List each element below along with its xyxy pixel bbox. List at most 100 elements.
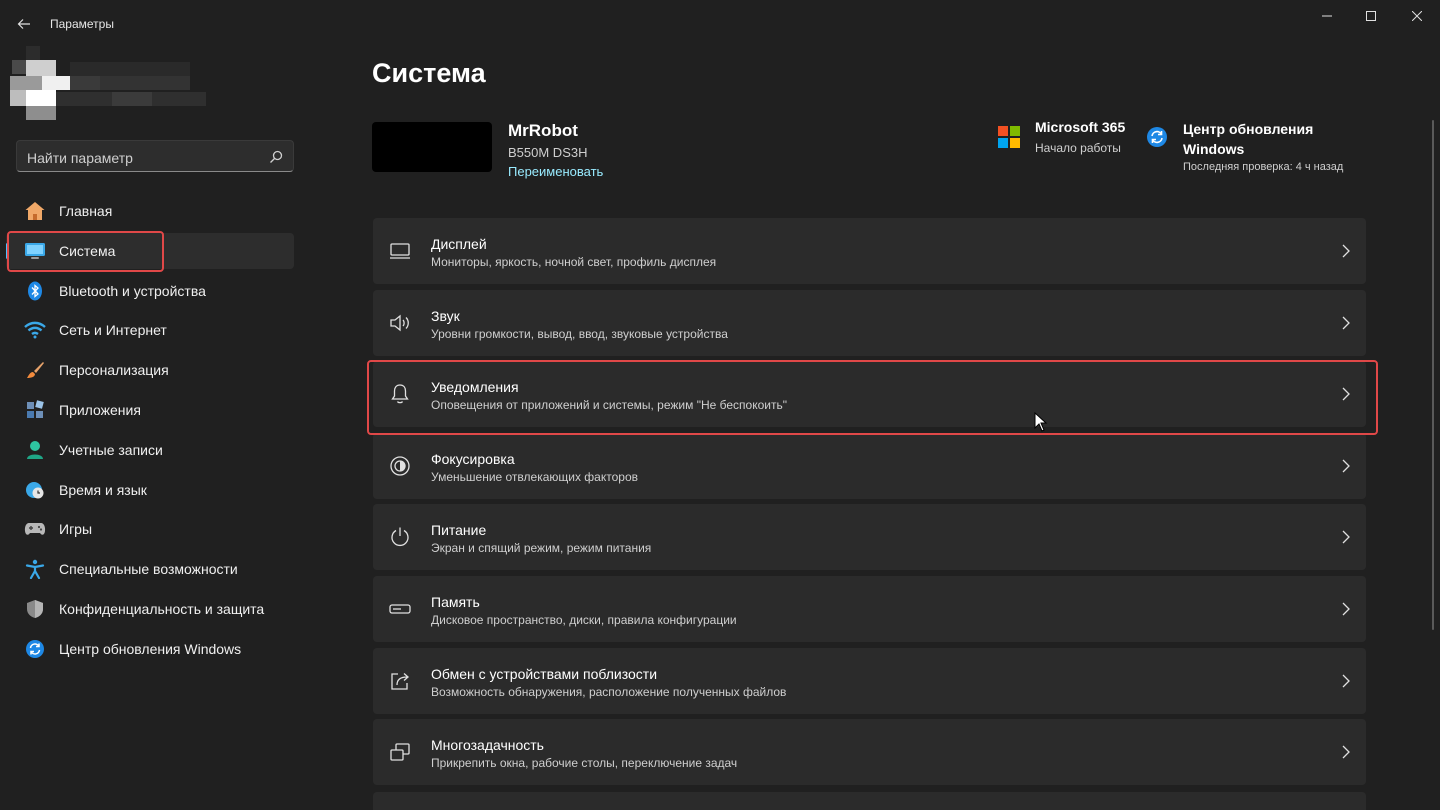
- update-icon: [24, 639, 46, 659]
- settings-card-sound[interactable]: Звук Уровни громкости, вывод, ввод, звук…: [373, 289, 1366, 356]
- chevron-right-icon: [1342, 459, 1350, 473]
- card-subtitle: Мониторы, яркость, ночной свет, профиль …: [431, 255, 717, 269]
- sidebar-item-apps[interactable]: Приложения: [6, 392, 294, 428]
- power-icon: [389, 526, 411, 548]
- avatar-pixel: [42, 76, 70, 90]
- minimize-icon: [1322, 15, 1332, 17]
- chevron-right-icon: [1342, 602, 1350, 616]
- username-pixel: [100, 76, 190, 90]
- mouse-cursor-icon: [1034, 412, 1048, 432]
- sidebar-item-label: Персонализация: [59, 362, 169, 379]
- highlight-box-notifications: [367, 360, 1378, 435]
- close-button[interactable]: [1394, 0, 1440, 32]
- page-title: Система: [372, 58, 486, 88]
- card-subtitle: Дисковое пространство, диски, правила ко…: [431, 612, 737, 627]
- minimize-button[interactable]: [1304, 0, 1350, 32]
- search-icon: [270, 150, 283, 163]
- device-name: MrRobot: [508, 121, 578, 140]
- sidebar-item-time-language[interactable]: Время и язык: [6, 472, 294, 508]
- card-subtitle: Экран и спящий режим, режим питания: [431, 541, 652, 556]
- sidebar-item-bluetooth[interactable]: Bluetooth и устройства: [6, 273, 294, 309]
- app-title: Параметры: [50, 17, 114, 31]
- highlight-box-system: [7, 231, 164, 272]
- sidebar-item-label: Учетные записи: [59, 441, 163, 458]
- title-bar: Параметры: [0, 0, 1440, 48]
- scrollbar[interactable]: [1432, 120, 1434, 630]
- sidebar-item-label: Центр обновления Windows: [59, 640, 242, 657]
- username-pixel: [70, 76, 100, 90]
- account-icon: [24, 440, 46, 460]
- card-subtitle: Прикрепить окна, рабочие столы, переключ…: [431, 756, 738, 771]
- multitask-icon: [389, 741, 411, 763]
- card-title: Фокусировка: [431, 450, 515, 467]
- sidebar-item-label: Специальные возможности: [59, 561, 238, 578]
- sidebar-item-accessibility[interactable]: Специальные возможности: [6, 551, 294, 587]
- sidebar-item-gaming[interactable]: Игры: [6, 511, 294, 547]
- card-subtitle: Уровни громкости, вывод, ввод, звуковые …: [431, 326, 728, 341]
- chevron-right-icon: [1342, 745, 1350, 759]
- avatar-pixel: [26, 60, 56, 76]
- avatar-pixel: [26, 106, 56, 120]
- maximize-button[interactable]: [1348, 0, 1394, 32]
- close-icon: [1412, 11, 1422, 21]
- settings-card-partial[interactable]: [373, 792, 1366, 810]
- card-title: Обмен с устройствами поблизости: [431, 665, 658, 682]
- device-model: B550M DS3H: [508, 145, 588, 160]
- settings-card-storage[interactable]: Память Дисковое пространство, диски, пра…: [373, 575, 1366, 642]
- search-placeholder: Найти параметр: [27, 150, 133, 166]
- shield-icon: [24, 599, 46, 619]
- sidebar-item-personalization[interactable]: Персонализация: [6, 352, 294, 388]
- avatar-pixel: [26, 46, 40, 60]
- ms365-subtitle: Начало работы: [1035, 141, 1121, 155]
- focus-icon: [389, 455, 411, 477]
- sidebar-item-label: Игры: [59, 521, 93, 538]
- display-icon: [389, 240, 411, 262]
- username-pixel: [112, 92, 152, 106]
- storage-icon: [389, 598, 411, 620]
- card-title: Звук: [431, 307, 460, 324]
- brush-icon: [24, 360, 46, 380]
- settings-list: Дисплей Мониторы, яркость, ночной свет, …: [373, 218, 1366, 791]
- back-arrow-icon: [17, 19, 30, 29]
- bluetooth-icon: [24, 281, 46, 301]
- sidebar-item-label: Конфиденциальность и защита: [59, 600, 265, 617]
- apps-icon: [24, 400, 46, 420]
- sidebar-item-accounts[interactable]: Учетные записи: [6, 432, 294, 468]
- card-title: Многозадачность: [431, 737, 544, 754]
- sidebar-item-label: Время и язык: [59, 481, 147, 498]
- home-icon: [24, 201, 46, 221]
- sidebar-item-label: Главная: [59, 203, 113, 219]
- share-icon: [389, 670, 411, 692]
- chevron-right-icon: [1342, 674, 1350, 688]
- maximize-icon: [1366, 11, 1376, 21]
- settings-card-display[interactable]: Дисплей Мониторы, яркость, ночной свет, …: [373, 218, 1366, 284]
- sidebar-item-network[interactable]: Сеть и Интернет: [6, 312, 294, 348]
- speaker-icon: [389, 312, 411, 334]
- card-subtitle: Уменьшение отвлекающих факторов: [431, 469, 638, 484]
- search-input[interactable]: Найти параметр: [16, 140, 294, 172]
- sidebar-item-windows-update[interactable]: Центр обновления Windows: [6, 631, 294, 667]
- microsoft-logo-icon: [998, 126, 1020, 148]
- card-subtitle: Возможность обнаружения, расположение по…: [431, 684, 787, 699]
- settings-card-focus[interactable]: Фокусировка Уменьшение отвлекающих факто…: [373, 432, 1366, 499]
- avatar-pixel: [12, 60, 26, 74]
- sidebar-item-label: Приложения: [59, 401, 141, 418]
- sidebar-item-privacy[interactable]: Конфиденциальность и защита: [6, 591, 294, 627]
- gamepad-icon: [24, 519, 46, 539]
- back-button[interactable]: [10, 10, 38, 38]
- globe-clock-icon: [24, 480, 46, 500]
- chevron-right-icon: [1342, 530, 1350, 544]
- sidebar-item-home[interactable]: Главная: [6, 193, 294, 229]
- settings-card-multitasking[interactable]: Многозадачность Прикрепить окна, рабочие…: [373, 719, 1366, 786]
- sidebar-item-label: Bluetooth и устройства: [59, 282, 206, 299]
- update-icon: [1147, 127, 1167, 147]
- card-title: Питание: [431, 522, 487, 539]
- ms365-title: Microsoft 365: [1035, 119, 1126, 135]
- device-thumbnail: [372, 122, 492, 172]
- settings-card-nearby-sharing[interactable]: Обмен с устройствами поблизости Возможно…: [373, 647, 1366, 714]
- settings-card-power[interactable]: Питание Экран и спящий режим, режим пита…: [373, 504, 1366, 571]
- card-title: Дисплей: [431, 236, 487, 252]
- rename-link[interactable]: Переименовать: [508, 164, 603, 179]
- avatar-pixel: [10, 90, 26, 106]
- accessibility-icon: [24, 559, 46, 580]
